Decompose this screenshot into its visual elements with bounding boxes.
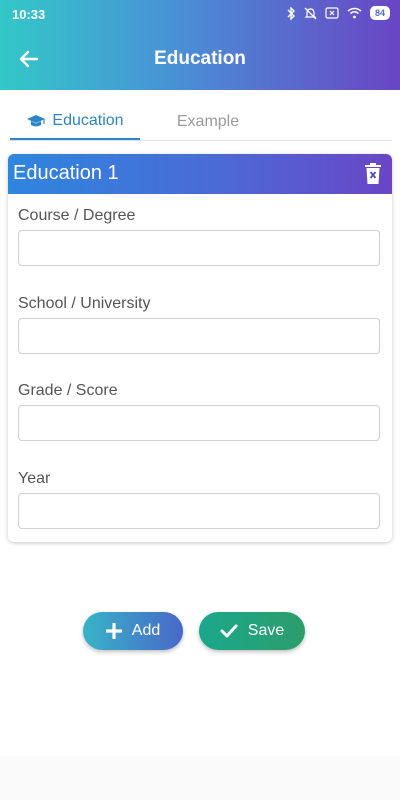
bottom-bar: [0, 756, 400, 800]
wifi-icon: [347, 7, 362, 19]
education-card-header: Education 1: [8, 154, 392, 194]
year-label: Year: [18, 470, 51, 487]
trash-icon[interactable]: [364, 163, 382, 185]
course-degree-label: Course / Degree: [18, 207, 136, 224]
mute-bell-icon: [304, 7, 317, 19]
plus-icon: [105, 623, 122, 639]
tab-bar: Education Example: [8, 104, 392, 141]
grade-score-label: Grade / Score: [18, 382, 118, 399]
status-icons: 84: [286, 6, 390, 20]
app-header: 10:33 84 Education: [0, 0, 400, 90]
tab-education[interactable]: Education: [10, 104, 140, 140]
tab-example-label: Example: [176, 113, 240, 130]
year-input[interactable]: [18, 493, 380, 529]
school-university-label: School / University: [18, 295, 151, 312]
add-button[interactable]: Add: [83, 612, 183, 650]
tab-education-label: Education: [52, 112, 124, 129]
tab-example[interactable]: Example: [148, 104, 268, 140]
status-bar: 10:33 84: [0, 0, 400, 30]
no-sim-icon: [325, 7, 339, 19]
status-time: 10:33: [12, 7, 46, 22]
save-button[interactable]: Save: [199, 612, 305, 650]
school-university-input[interactable]: [18, 318, 380, 354]
education-card-title: Education 1: [13, 162, 119, 184]
check-icon: [220, 624, 238, 638]
bluetooth-icon: [287, 6, 295, 20]
education-card: Education 1 Course / Degree School / Uni…: [8, 154, 392, 542]
grade-score-input[interactable]: [18, 405, 380, 441]
graduation-cap-icon: [27, 115, 46, 127]
course-degree-input[interactable]: [18, 230, 380, 266]
save-button-label: Save: [247, 622, 285, 639]
add-button-label: Add: [131, 622, 161, 639]
battery-indicator: 84: [369, 6, 390, 20]
page-title: Education: [154, 48, 246, 69]
